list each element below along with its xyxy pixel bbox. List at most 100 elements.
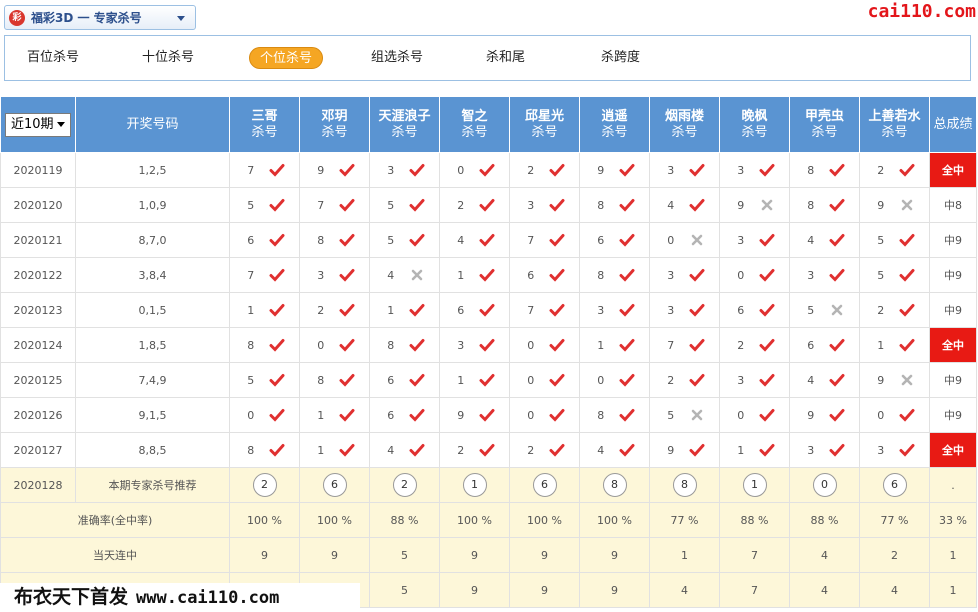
check-icon: [549, 444, 565, 457]
check-icon: [409, 374, 425, 387]
tab-span-kill[interactable]: 杀跨度: [591, 47, 650, 69]
stat-value-cell: 5: [369, 572, 440, 608]
total-score-header: 总成绩: [929, 96, 977, 153]
kill-number: 4: [667, 198, 675, 212]
tab-hundreds-kill[interactable]: 百位杀号: [17, 47, 89, 69]
check-icon: [549, 304, 565, 317]
kill-number: 0: [527, 338, 535, 352]
recommend-number: 8: [602, 473, 627, 497]
kill-pair: 2: [860, 302, 929, 318]
kill-cell: 3: [719, 362, 790, 398]
kill-cell: 3: [789, 432, 860, 468]
check-icon: [549, 234, 565, 247]
stat-value-cell: 77 %: [859, 502, 930, 538]
expert-sub-label: 杀号: [601, 124, 628, 140]
kill-cell: 9: [299, 152, 370, 188]
kill-number: 9: [667, 443, 675, 457]
kill-number: 5: [387, 233, 395, 247]
tab-tens-kill[interactable]: 十位杀号: [132, 47, 204, 69]
kill-cell: 3: [299, 257, 370, 293]
recommend-cell: 6: [859, 467, 930, 503]
kill-cell: 8: [369, 327, 440, 363]
kill-cell: 1: [369, 292, 440, 328]
recommend-cell: 6: [509, 467, 580, 503]
check-icon: [339, 199, 355, 212]
kill-cell: 4: [789, 362, 860, 398]
check-icon: [479, 339, 495, 352]
kill-number: 1: [877, 338, 885, 352]
expert-header-1: 三哥 杀号: [229, 96, 300, 153]
kill-pair: 4: [370, 267, 439, 283]
check-icon: [829, 199, 845, 212]
check-icon: [269, 409, 285, 422]
recommend-cell: 2: [369, 467, 440, 503]
expert-name: 邱星光: [524, 108, 564, 124]
kill-pair: 2: [860, 162, 929, 178]
expert-header-9: 甲壳虫 杀号: [789, 96, 860, 153]
check-icon: [479, 304, 495, 317]
kill-pair: 0: [230, 407, 299, 423]
kill-number: 5: [877, 233, 885, 247]
kill-pair: 2: [510, 442, 579, 458]
kill-pair: 5: [370, 197, 439, 213]
chevron-down-icon: [177, 16, 185, 21]
expert-sub-label: 杀号: [251, 124, 278, 140]
streak-today-row: 当天连中 9 9 5 9 9 9 1 7 4 2 1: [0, 537, 977, 573]
kill-pair: 7: [230, 162, 299, 178]
stat-value-cell: 9: [579, 537, 650, 573]
recommend-cell: 6: [299, 467, 370, 503]
total-result-cell: 中9: [929, 222, 977, 258]
kill-number: 0: [247, 408, 255, 422]
kill-pair: 3: [720, 232, 789, 248]
site-logo[interactable]: cai110.com: [868, 1, 976, 22]
check-icon: [759, 409, 775, 422]
tab-group-kill[interactable]: 组选杀号: [361, 47, 433, 69]
kill-cell: 6: [789, 327, 860, 363]
draw-number-cell: 1,2,5: [75, 152, 230, 188]
kill-pair: 5: [230, 372, 299, 388]
period-range-select[interactable]: 近10期: [5, 112, 71, 137]
kill-cell: 6: [719, 292, 790, 328]
kill-cell: 6: [369, 362, 440, 398]
kill-pair: 2: [650, 372, 719, 388]
game-select-dropdown[interactable]: 彩 福彩3D 一 专家杀号: [4, 5, 196, 30]
tab-units-kill[interactable]: 个位杀号: [249, 47, 324, 69]
kill-pair: 3: [440, 337, 509, 353]
kill-number: 6: [597, 233, 605, 247]
kill-number: 0: [527, 408, 535, 422]
kill-cell: 0: [229, 397, 300, 433]
kill-number: 8: [247, 338, 255, 352]
check-icon: [689, 374, 705, 387]
expert-sub-label: 杀号: [461, 124, 488, 140]
stat-value-cell: 1: [649, 537, 720, 573]
kill-number: 6: [807, 338, 815, 352]
kill-cell: 1: [299, 397, 370, 433]
kill-cell: 2: [859, 152, 930, 188]
kill-pair: 5: [230, 197, 299, 213]
kill-pair: 2: [440, 197, 509, 213]
kill-cell: 4: [439, 222, 510, 258]
kill-pair: 3: [580, 302, 649, 318]
kill-pair: 6: [510, 267, 579, 283]
kill-pair: 3: [650, 267, 719, 283]
kill-pair: 0: [510, 337, 579, 353]
kill-number: 4: [807, 373, 815, 387]
check-icon: [759, 339, 775, 352]
kill-cell: 3: [789, 257, 860, 293]
watermark-url: www.cai110.com: [136, 588, 280, 608]
check-icon: [689, 164, 705, 177]
kill-pair: 7: [510, 232, 579, 248]
kill-number: 9: [317, 163, 325, 177]
stat-value-cell: 88 %: [719, 502, 790, 538]
check-icon: [409, 164, 425, 177]
kill-number: 3: [807, 268, 815, 282]
kill-cell: 6: [579, 222, 650, 258]
kill-cell: 7: [509, 222, 580, 258]
table-header-row: 近10期 开奖号码 三哥 杀号 邓玥 杀号 天涯浪子 杀号 智之 杀号 邱星光 杀号 逍遥 杀号 烟雨楼…: [0, 96, 977, 153]
kill-cell: 1: [859, 327, 930, 363]
kill-cell: 2: [509, 432, 580, 468]
stat-value-cell: 4: [789, 537, 860, 573]
stat-value-cell: 9: [439, 537, 510, 573]
tab-sum-tail-kill[interactable]: 杀和尾: [476, 47, 535, 69]
kill-pair: 0: [720, 407, 789, 423]
